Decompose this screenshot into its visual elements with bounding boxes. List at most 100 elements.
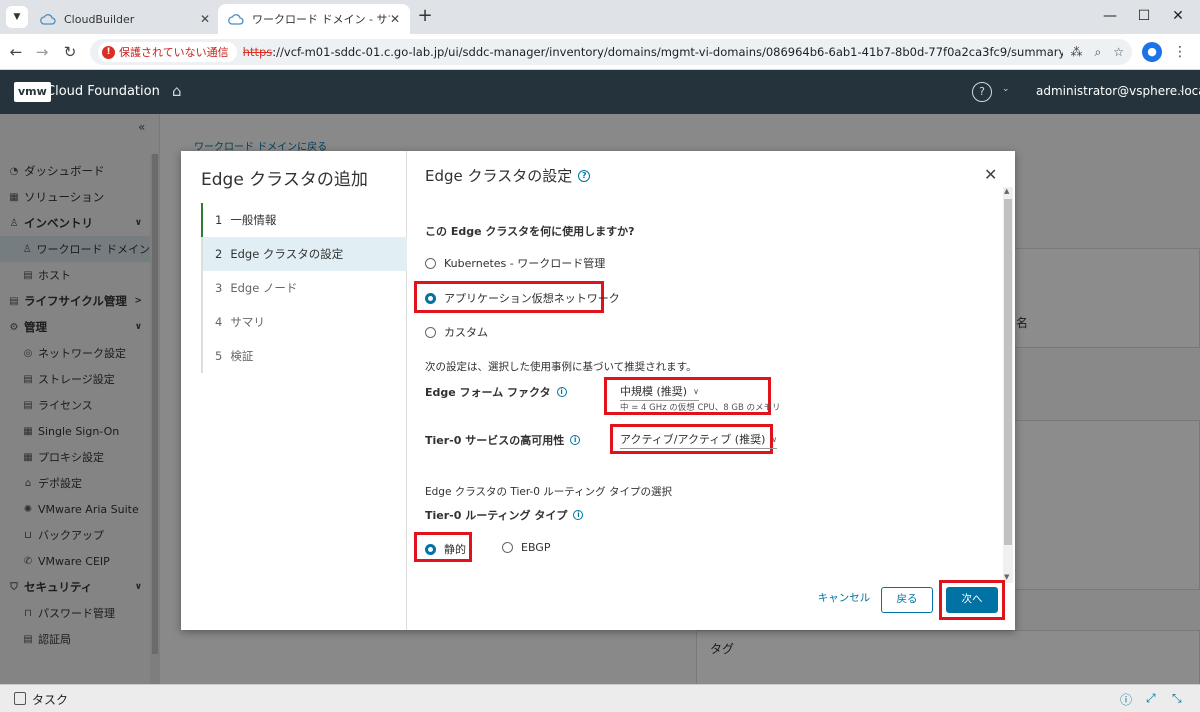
step-label: Edge ノード: [230, 281, 298, 295]
radio-button[interactable]: [425, 326, 436, 338]
tab-label: CloudBuilder: [64, 12, 135, 26]
url-text[interactable]: https://vcf-m01-sddc-01.c.go-lab.jp/ui/s…: [243, 45, 1063, 59]
tier0-ha-label: Tier-0 サービスの高可用性 i: [425, 432, 581, 448]
tier0-ha-value: アクティブ/アクティブ (推奨): [620, 433, 766, 446]
app-header: vmw Cloud Foundation ⌂ ? ⌄ administrator…: [0, 70, 1200, 114]
cloud-favicon-icon: [40, 14, 56, 25]
user-menu[interactable]: administrator@vsphere.local: [1036, 84, 1200, 98]
tasks-toggle[interactable]: タスク: [32, 691, 68, 708]
info-icon[interactable]: i: [573, 510, 584, 520]
tab-close-icon[interactable]: ✕: [200, 12, 210, 26]
form-factor-select[interactable]: 中規模 (推奨) ∨: [620, 383, 699, 401]
warning-icon: !: [102, 45, 115, 59]
wizard-steps: 1 一般情報 2 Edge クラスタの設定 3 Edge ノード 4 サマリ 5 検証: [201, 203, 407, 373]
tab-close-icon[interactable]: ✕: [390, 12, 400, 26]
form-factor-label: Edge フォーム ファクタ i: [425, 384, 567, 400]
radio-button[interactable]: [502, 542, 513, 553]
browser-toolbar: ← → ↻ ! 保護されていない通信 https://vcf-m01-sddc-…: [0, 34, 1200, 70]
chevron-down-icon[interactable]: ⌄: [1178, 85, 1186, 95]
next-button[interactable]: 次へ: [946, 587, 998, 613]
tab-search-chevron-icon[interactable]: ▼: [6, 6, 28, 28]
chevron-down-icon: ∨: [771, 434, 778, 444]
zoom-icon[interactable]: ⌕: [1095, 45, 1102, 60]
browser-tab-workload-domain[interactable]: ワークロード ドメイン - サマリ ✕: [218, 4, 410, 34]
tier0-routing-type-label-text: Tier-0 ルーティング タイプ: [425, 509, 568, 522]
bookmark-star-icon[interactable]: ☆: [1113, 45, 1124, 60]
chevron-down-icon[interactable]: ⌄: [1002, 84, 1010, 94]
section-title-text: Edge クラスタの設定: [425, 167, 573, 185]
radio-kubernetes[interactable]: Kubernetes - ワークロード管理: [425, 255, 605, 271]
browser-tabbar: ▼ CloudBuilder ✕ ワークロード ドメイン - サマリ ✕ + —…: [0, 0, 1200, 34]
cloud-favicon-icon: [228, 14, 244, 25]
security-indicator[interactable]: ! 保護されていない通信: [98, 42, 237, 62]
help-icon[interactable]: ?: [972, 82, 992, 102]
translate-icon[interactable]: ⁂: [1071, 45, 1083, 60]
wizard-step-nav: Edge クラスタの追加 1 一般情報 2 Edge クラスタの設定 3 Edge ノ…: [181, 151, 407, 630]
wizard-step-general-info[interactable]: 1 一般情報: [201, 203, 407, 237]
product-name: Cloud Foundation: [46, 84, 160, 99]
radio-button-selected[interactable]: [425, 543, 436, 555]
wizard-step-edge-cluster-settings[interactable]: 2 Edge クラスタの設定: [201, 237, 407, 271]
tier0-ha-label-text: Tier-0 サービスの高可用性: [425, 434, 565, 447]
step-number: 3: [215, 281, 223, 295]
minimize-icon[interactable]: —: [1092, 4, 1128, 28]
help-icon[interactable]: ⓘ: [1120, 691, 1132, 708]
step-label: 一般情報: [230, 213, 277, 227]
scroll-up-icon[interactable]: ▲: [1004, 187, 1009, 195]
form-scrollbar-thumb[interactable]: [1004, 199, 1012, 545]
help-circle-icon[interactable]: ?: [578, 169, 591, 182]
radio-label: Kubernetes - ワークロード管理: [444, 257, 606, 270]
tier0-ha-select[interactable]: アクティブ/アクティブ (推奨) ∨: [620, 431, 778, 449]
tab-label: ワークロード ドメイン - サマリ: [252, 13, 390, 26]
new-tab-button[interactable]: +: [414, 6, 436, 28]
home-icon[interactable]: ⌂: [172, 82, 190, 100]
step-label: 検証: [230, 349, 254, 363]
chevron-down-icon: ∨: [693, 386, 699, 396]
routing-hint: Edge クラスタの Tier-0 ルーティング タイプの選択: [425, 486, 673, 498]
wizard-content: Edge クラスタの設定 ? ✕ この Edge クラスタを何に使用しますか? …: [408, 151, 1015, 630]
radio-application-virtual-network[interactable]: アプリケーション仮想ネットワーク: [425, 290, 620, 306]
address-bar[interactable]: ! 保護されていない通信 https://vcf-m01-sddc-01.c.g…: [90, 39, 1132, 65]
wizard-step-edge-nodes[interactable]: 3 Edge ノード: [201, 271, 407, 305]
radio-label: 静的: [444, 543, 466, 556]
tier0-routing-type-label: Tier-0 ルーティング タイプ i: [425, 507, 584, 523]
form-factor-description: 中 = 4 GHz の仮想 CPU、8 GB のメモリ: [620, 403, 781, 413]
browser-tab-cloudbuilder[interactable]: CloudBuilder ✕: [30, 4, 220, 34]
radio-ebgp-routing[interactable]: EBGP: [502, 541, 550, 554]
info-icon[interactable]: i: [570, 435, 581, 445]
forward-arrow-icon[interactable]: →: [30, 40, 54, 64]
radio-label: アプリケーション仮想ネットワーク: [444, 292, 620, 305]
add-edge-cluster-modal: Edge クラスタの追加 1 一般情報 2 Edge クラスタの設定 3 Edge ノ…: [181, 151, 1015, 630]
reload-icon[interactable]: ↻: [58, 40, 82, 64]
step-number: 5: [215, 349, 223, 363]
radio-button[interactable]: [425, 257, 436, 269]
form-scrollbar[interactable]: ▲ ▼: [1003, 187, 1013, 583]
maximize-panel-icon[interactable]: ⤡: [1172, 691, 1182, 706]
clipboard-icon: [14, 692, 26, 705]
use-case-question: この Edge クラスタを何に使用しますか?: [425, 225, 635, 238]
profile-avatar-icon[interactable]: ●: [1142, 42, 1162, 62]
radio-button-selected[interactable]: [425, 292, 436, 304]
wizard-step-validation[interactable]: 5 検証: [201, 339, 407, 373]
maximize-icon[interactable]: ☐: [1126, 4, 1162, 28]
form-factor-value: 中規模 (推奨): [620, 385, 688, 398]
recommendation-hint: 次の設定は、選択した使用事例に基づいて推奨されます。: [425, 361, 697, 373]
browser-menu-icon[interactable]: ⋮: [1172, 42, 1188, 62]
window-close-icon[interactable]: ✕: [1160, 4, 1196, 28]
expand-icon[interactable]: ⤢: [1146, 691, 1156, 706]
step-label: Edge クラスタの設定: [230, 247, 344, 261]
radio-static-routing[interactable]: 静的: [425, 541, 466, 557]
step-label: サマリ: [230, 315, 265, 329]
task-bar: タスク ⓘ ⤢ ⤡: [0, 684, 1200, 712]
radio-label: カスタム: [444, 326, 488, 339]
step-number: 4: [215, 315, 223, 329]
cancel-button[interactable]: キャンセル: [814, 587, 874, 613]
radio-custom[interactable]: カスタム: [425, 324, 488, 340]
back-button[interactable]: 戻る: [881, 587, 933, 613]
step-number: 2: [215, 247, 223, 261]
back-arrow-icon[interactable]: ←: [4, 40, 28, 64]
modal-close-icon[interactable]: ✕: [984, 165, 997, 184]
wizard-step-summary[interactable]: 4 サマリ: [201, 305, 407, 339]
info-icon[interactable]: i: [556, 387, 567, 397]
security-label: 保護されていない通信: [119, 46, 229, 59]
